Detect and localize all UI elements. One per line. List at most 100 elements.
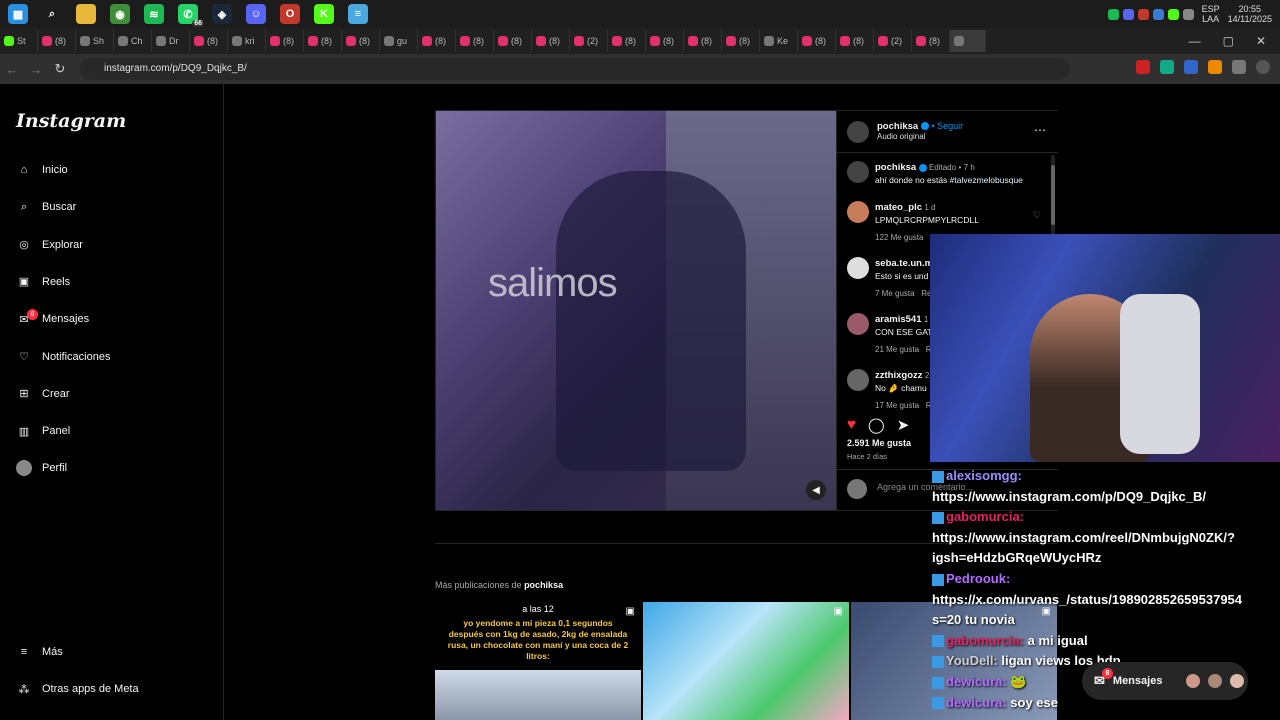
browser-tab[interactable]: (8) bbox=[646, 30, 684, 52]
clock[interactable]: 20:55 14/11/2025 bbox=[1228, 4, 1272, 24]
volume-icon[interactable]: ◀ bbox=[806, 480, 826, 500]
whatsapp-icon[interactable]: ✆ 66 bbox=[178, 4, 204, 27]
puzzle-icon[interactable] bbox=[1232, 60, 1246, 74]
bluetooth-icon[interactable] bbox=[1152, 8, 1164, 20]
close-window-button[interactable]: ✕ bbox=[1256, 34, 1266, 48]
nav-buscar[interactable]: ⌕ Buscar bbox=[16, 195, 206, 219]
volume-icon[interactable] bbox=[1182, 8, 1194, 20]
chrome-icon[interactable]: ◉ bbox=[110, 4, 130, 24]
nav-notificaciones[interactable]: ♡ Notificaciones bbox=[16, 345, 206, 369]
extension-icon[interactable] bbox=[1184, 60, 1198, 74]
browser-tab[interactable]: (2) bbox=[570, 30, 608, 52]
nav-explorar[interactable]: ◎ Explorar bbox=[16, 233, 206, 257]
instagram-logo[interactable]: Instagram bbox=[16, 110, 126, 132]
nav-meta-apps[interactable]: ⁂ Otras apps de Meta bbox=[16, 677, 206, 701]
kick-icon[interactable]: K bbox=[314, 4, 334, 24]
more-options-icon[interactable]: ⋯ bbox=[1034, 123, 1046, 137]
nav-panel[interactable]: ▥ Panel bbox=[16, 419, 206, 443]
commenter-avatar[interactable] bbox=[847, 257, 869, 279]
nav-more[interactable]: ≡ Más bbox=[16, 640, 206, 664]
browser-tab[interactable]: (8) bbox=[342, 30, 380, 52]
follow-button[interactable]: • Seguir bbox=[931, 121, 963, 131]
extension-icon[interactable] bbox=[1136, 60, 1150, 74]
browser-tab[interactable]: (8) bbox=[190, 30, 228, 52]
comment-likes[interactable]: 7 Me gusta bbox=[875, 289, 915, 298]
browser-tab[interactable]: (8) bbox=[494, 30, 532, 52]
browser-tab[interactable]: kri bbox=[228, 30, 266, 52]
comment-username[interactable]: aramis541 bbox=[875, 314, 921, 325]
discord-tray-icon[interactable] bbox=[1122, 8, 1134, 20]
opera-tray-icon[interactable] bbox=[1137, 8, 1149, 20]
file-explorer-icon[interactable] bbox=[76, 4, 96, 24]
browser-tab[interactable]: Dr bbox=[152, 30, 190, 52]
comment-likes[interactable]: 122 Me gusta bbox=[875, 233, 923, 242]
url-field[interactable]: instagram.com/p/DQ9_Dqjkc_B/ bbox=[80, 58, 1070, 80]
browser-tab[interactable]: (8) bbox=[38, 30, 76, 52]
browser-tab[interactable]: (8) bbox=[722, 30, 760, 52]
more-posts-user[interactable]: pochiksa bbox=[524, 580, 563, 590]
author-avatar[interactable] bbox=[847, 121, 869, 143]
browser-tab[interactable]: St bbox=[0, 30, 38, 52]
post-thumbnail[interactable]: a las 12 yo yendome a mi pieza 0,1 segun… bbox=[435, 602, 641, 720]
author-username[interactable]: pochiksa bbox=[877, 121, 918, 132]
share-icon[interactable]: ➤ bbox=[897, 416, 910, 434]
browser-tab[interactable]: (2) bbox=[874, 30, 912, 52]
browser-tab[interactable]: (8) bbox=[608, 30, 646, 52]
extension-icon[interactable] bbox=[1208, 60, 1222, 74]
nav-perfil[interactable]: ● Perfil bbox=[16, 456, 206, 480]
browser-tab[interactable]: (8) bbox=[532, 30, 570, 52]
nav-crear[interactable]: ⊞ Crear bbox=[16, 382, 206, 406]
opera-icon[interactable]: O bbox=[280, 4, 300, 24]
browser-tab[interactable]: (8) bbox=[798, 30, 836, 52]
forward-button[interactable]: → bbox=[24, 62, 48, 77]
commenter-avatar[interactable] bbox=[847, 369, 869, 391]
discord-icon[interactable]: ☺ bbox=[246, 4, 266, 24]
browser-tab[interactable]: Sh bbox=[76, 30, 114, 52]
comment-like-icon[interactable]: ♡ bbox=[1033, 209, 1041, 221]
post-video[interactable]: salimos ◀ bbox=[436, 111, 836, 510]
language-indicator[interactable]: ESP LAA bbox=[1202, 4, 1220, 24]
comment-username[interactable]: seba.te.un.ma bbox=[875, 258, 938, 269]
browser-tab[interactable]: Ch bbox=[114, 30, 152, 52]
likes-count[interactable]: 2.591 Me gusta bbox=[847, 438, 911, 448]
nav-mensajes[interactable]: ✉ 8 Mensajes bbox=[16, 307, 206, 331]
commenter-avatar[interactable] bbox=[847, 313, 869, 335]
post-thumbnail[interactable]: ▣ bbox=[643, 602, 849, 720]
nav-inicio[interactable]: ⌂ Inicio bbox=[16, 158, 206, 182]
reload-button[interactable]: ↻ bbox=[48, 61, 72, 77]
hashtag-link[interactable]: #talvezmelobusque bbox=[950, 175, 1023, 185]
browser-tab[interactable]: (8) bbox=[304, 30, 342, 52]
browser-tab[interactable]: (8) bbox=[266, 30, 304, 52]
search-icon[interactable]: ⌕ bbox=[42, 4, 62, 24]
caption-username[interactable]: pochiksa bbox=[875, 162, 916, 173]
commenter-avatar[interactable] bbox=[847, 201, 869, 223]
comment-username[interactable]: zzthixgozz bbox=[875, 370, 923, 381]
comment-icon[interactable]: ◯ bbox=[868, 416, 885, 434]
windows-start-icon[interactable]: ▦ bbox=[8, 4, 28, 24]
browser-tab[interactable]: gu bbox=[380, 30, 418, 52]
extension-icon[interactable] bbox=[1160, 60, 1174, 74]
author-avatar[interactable] bbox=[847, 161, 869, 183]
browser-tab[interactable]: (8) bbox=[912, 30, 950, 52]
comment-likes[interactable]: 21 Me gusta bbox=[875, 345, 919, 354]
profile-icon[interactable] bbox=[1256, 60, 1270, 74]
nav-reels[interactable]: ▣ Reels bbox=[16, 270, 206, 294]
steam-icon[interactable]: ◈ bbox=[212, 4, 232, 24]
browser-tab[interactable] bbox=[950, 30, 986, 52]
spotify-tray-icon[interactable] bbox=[1107, 8, 1119, 20]
browser-tab[interactable]: Ke bbox=[760, 30, 798, 52]
audio-label[interactable]: Audio original bbox=[877, 132, 963, 141]
browser-tab[interactable]: (8) bbox=[684, 30, 722, 52]
messages-bar[interactable]: ✉ 8 Mensajes bbox=[1082, 662, 1248, 700]
comment-likes[interactable]: 17 Me gusta bbox=[875, 401, 919, 410]
minimize-button[interactable]: — bbox=[1189, 34, 1201, 48]
browser-tab[interactable]: (8) bbox=[456, 30, 494, 52]
comment-username[interactable]: mateo_plc bbox=[875, 202, 922, 213]
notepad-icon[interactable]: ≡ bbox=[348, 4, 368, 24]
spotify-icon[interactable]: ≋ bbox=[144, 4, 164, 24]
browser-tab[interactable]: (8) bbox=[418, 30, 456, 52]
browser-tab[interactable]: (8) bbox=[836, 30, 874, 52]
back-button[interactable]: ← bbox=[0, 62, 24, 77]
like-heart-icon[interactable]: ♥ bbox=[847, 416, 856, 434]
maximize-button[interactable]: ▢ bbox=[1223, 34, 1234, 48]
